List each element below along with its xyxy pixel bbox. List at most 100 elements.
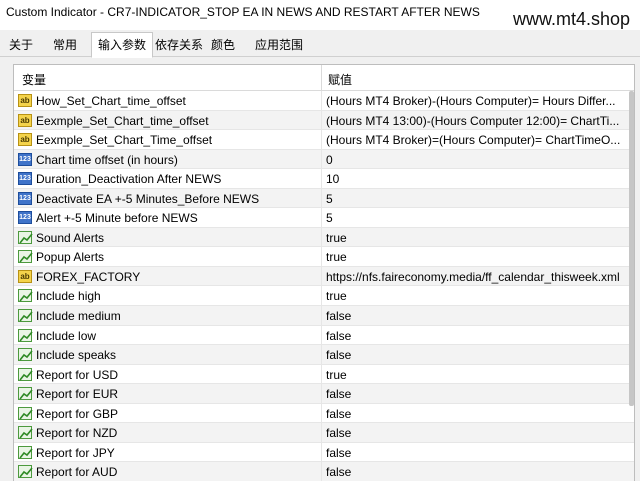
parameter-name: Report for USD <box>36 367 119 382</box>
parameter-value[interactable]: true <box>326 289 626 303</box>
parameter-name: Include high <box>36 289 101 304</box>
parameter-name: Report for AUD <box>36 465 118 480</box>
boolean-icon <box>18 445 33 459</box>
column-divider <box>321 169 322 188</box>
column-divider <box>321 286 322 306</box>
column-divider <box>321 110 322 130</box>
parameter-value[interactable]: false <box>326 309 626 323</box>
parameter-value[interactable]: false <box>326 407 626 421</box>
parameter-value[interactable]: (Hours MT4 13:00)-(Hours Computer 12:00)… <box>326 114 626 128</box>
table-row[interactable]: Report for NZD false <box>14 423 634 443</box>
table-row[interactable]: Report for EUR false <box>14 384 634 404</box>
tab-visualization[interactable]: 应用范围 <box>252 35 306 55</box>
table-row[interactable]: Report for JPY false <box>14 442 634 463</box>
table-row[interactable]: Include speaks false <box>14 345 634 365</box>
tab-colors[interactable]: 颜色 <box>209 35 237 55</box>
parameter-value[interactable]: true <box>326 231 626 245</box>
parameter-name: Deactivate EA +-5 Minutes_Before NEWS <box>36 191 260 206</box>
parameter-value[interactable]: (Hours MT4 Broker)=(Hours Computer)= Cha… <box>326 133 626 147</box>
boolean-icon <box>18 328 33 342</box>
parameter-value[interactable]: false <box>326 387 626 401</box>
column-divider <box>321 462 322 481</box>
table-row[interactable]: 123 Duration_Deactivation After NEWS 10 <box>14 169 634 189</box>
tab-inputs[interactable]: 输入参数 <box>91 32 153 58</box>
table-row[interactable]: 123 Deactivate EA +-5 Minutes_Before NEWS… <box>14 188 634 209</box>
watermark-text: www.mt4.shop <box>512 9 630 29</box>
parameter-value[interactable]: false <box>326 465 626 479</box>
table-header: 变量 赋值 <box>14 65 634 91</box>
abc-string-icon: ab <box>18 269 32 283</box>
boolean-icon <box>18 426 33 440</box>
boolean-icon <box>18 387 33 401</box>
parameter-value[interactable]: false <box>326 348 626 362</box>
table-row[interactable]: Report for GBP false <box>14 403 634 424</box>
parameter-name: Report for JPY <box>36 445 115 460</box>
table-row[interactable]: ab How_Set_Chart_time_offset (Hours MT4 Br… <box>14 91 634 111</box>
column-divider <box>321 423 322 442</box>
vertical-scrollbar[interactable] <box>629 91 634 406</box>
boolean-icon <box>18 250 33 264</box>
boolean-icon <box>18 465 33 479</box>
parameter-name: Eexmple_Set_Chart_time_offset <box>36 113 209 128</box>
parameter-value[interactable]: 5 <box>326 192 626 206</box>
table-body: ab How_Set_Chart_time_offset (Hours MT4 Br… <box>14 91 634 481</box>
table-row[interactable]: Include low false <box>14 325 634 346</box>
tab-bar: 关于 常用 输入参数 依存关系 颜色 应用范围 <box>0 32 640 58</box>
column-divider <box>321 442 322 462</box>
number-icon: 123 <box>18 211 32 225</box>
parameter-name: Eexmple_Set_Chart_Time_offset <box>36 133 213 148</box>
parameter-name: Duration_Deactivation After NEWS <box>36 172 222 187</box>
parameter-name: Report for GBP <box>36 406 119 421</box>
column-divider <box>321 188 322 208</box>
table-row[interactable]: Sound Alerts true <box>14 227 634 248</box>
column-divider <box>321 208 322 227</box>
parameter-value[interactable]: false <box>326 426 626 440</box>
boolean-icon <box>18 406 33 420</box>
value-column-header[interactable]: 赋值 <box>328 71 352 88</box>
parameter-name: Include speaks <box>36 348 117 363</box>
variable-column-header[interactable]: 变量 <box>22 71 46 88</box>
title-bar: Custom Indicator - CR7-INDICATOR_STOP EA… <box>0 0 640 30</box>
tab-common[interactable]: 常用 <box>48 35 82 55</box>
boolean-icon <box>18 309 33 323</box>
parameter-name: Chart time offset (in hours) <box>36 152 178 167</box>
table-row[interactable]: Report for AUD false <box>14 462 634 481</box>
tab-about[interactable]: 关于 <box>4 35 38 55</box>
table-row[interactable]: Include medium false <box>14 306 634 326</box>
column-divider <box>321 345 322 364</box>
parameter-name: Report for NZD <box>36 426 118 441</box>
parameter-value[interactable]: 5 <box>326 211 626 225</box>
column-divider <box>321 149 322 169</box>
parameter-value[interactable]: https://nfs.faireconomy.media/ff_calenda… <box>326 270 626 284</box>
table-row[interactable]: 123 Alert +-5 Minute before NEWS 5 <box>14 208 634 228</box>
parameter-value[interactable]: false <box>326 446 626 460</box>
table-row[interactable]: Report for USD true <box>14 364 634 385</box>
parameter-value[interactable]: true <box>326 368 626 382</box>
column-divider <box>321 266 322 286</box>
number-icon: 123 <box>18 191 32 205</box>
column-divider <box>321 403 322 423</box>
table-row[interactable]: ab Eexmple_Set_Chart_Time_offset (Hours MT… <box>14 130 634 150</box>
table-row[interactable]: ab Eexmple_Set_Chart_time_offset (Hours MT… <box>14 110 634 131</box>
column-divider <box>321 384 322 403</box>
parameter-value[interactable]: true <box>326 250 626 264</box>
table-row[interactable]: Popup Alerts true <box>14 247 634 267</box>
parameter-value[interactable]: 10 <box>326 172 626 186</box>
parameter-name: Include low <box>36 328 97 343</box>
parameter-name: Report for EUR <box>36 387 119 402</box>
tab-dependencies[interactable]: 依存关系 <box>155 35 203 55</box>
column-divider <box>321 130 322 149</box>
table-row[interactable]: ab FOREX_FACTORY https://nfs.faireconomy.m… <box>14 266 634 287</box>
parameter-value[interactable]: (Hours MT4 Broker)-(Hours Computer)= Hou… <box>326 94 626 108</box>
column-divider <box>321 364 322 384</box>
table-row[interactable]: Include high true <box>14 286 634 307</box>
column-divider <box>321 247 322 266</box>
abc-string-icon: ab <box>18 133 32 147</box>
column-divider <box>321 91 322 110</box>
parameter-value[interactable]: 0 <box>326 153 626 167</box>
column-divider <box>321 325 322 345</box>
number-icon: 123 <box>18 152 32 166</box>
table-row[interactable]: 123 Chart time offset (in hours) 0 <box>14 149 634 170</box>
abc-string-icon: ab <box>18 113 32 127</box>
parameter-value[interactable]: false <box>326 329 626 343</box>
